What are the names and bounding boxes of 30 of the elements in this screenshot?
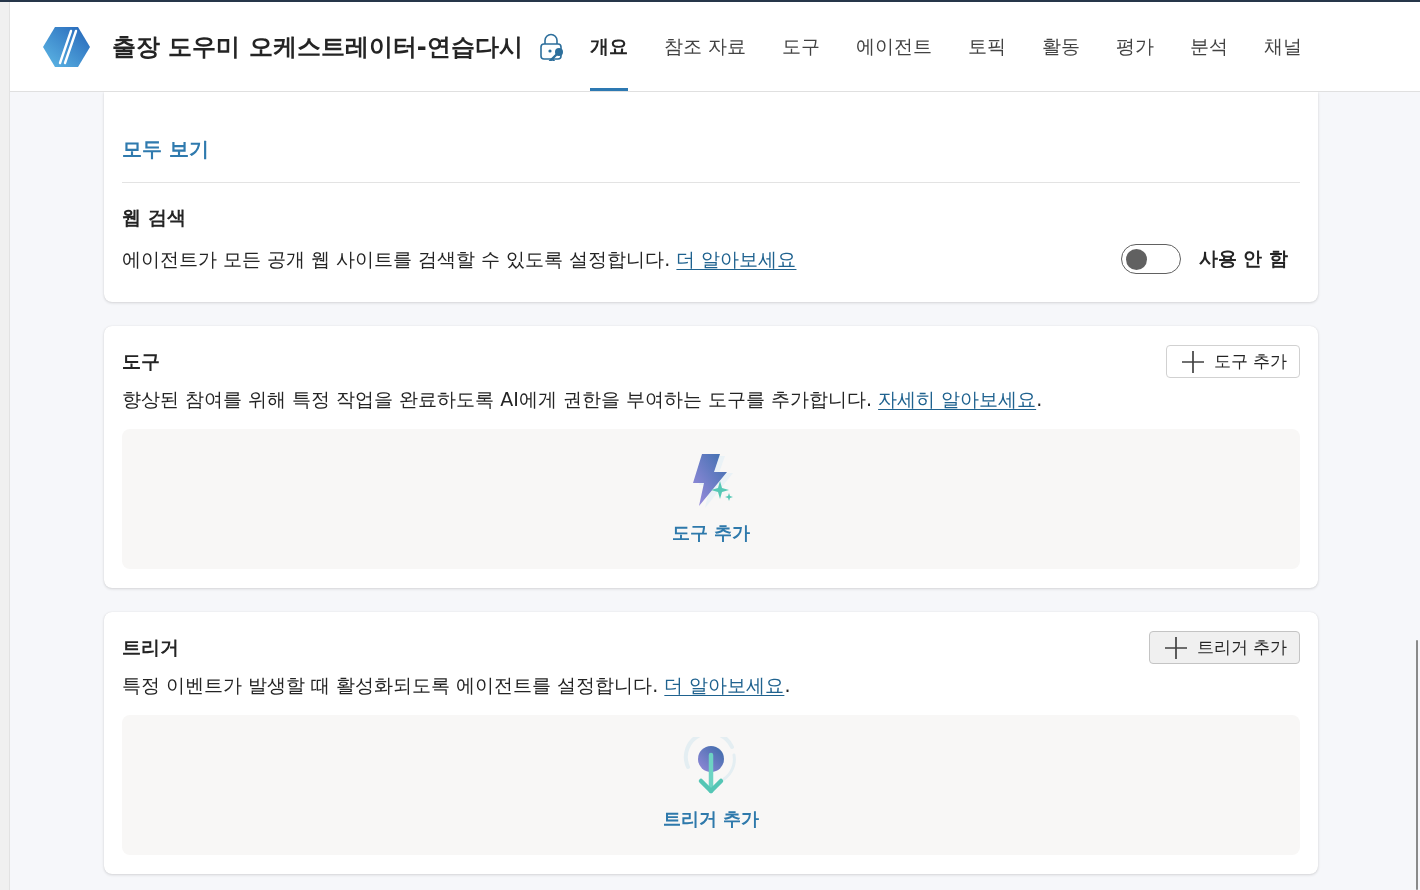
nav-tab[interactable]: 참조 자료 bbox=[663, 2, 746, 91]
nav-tab[interactable]: 토픽 bbox=[967, 2, 1006, 91]
learn-more-link[interactable]: 더 알아보세요 bbox=[664, 674, 785, 696]
logo-icon bbox=[43, 26, 90, 67]
description-text: 향상된 참여를 위해 특정 작업을 완료하도록 AI에게 권한을 부여하는 도구를 추가합니다. 자세히 알아보세요. bbox=[122, 387, 1044, 412]
nav-tab[interactable]: 도구 bbox=[781, 2, 820, 91]
nav-tab[interactable]: 활동 bbox=[1041, 2, 1080, 91]
empty-state-add-button[interactable]: 도구 추가 bbox=[671, 451, 751, 545]
description-text: 특정 이벤트가 발생할 때 활성화되도록 에이전트를 설정합니다. 더 알아보세요. bbox=[122, 673, 792, 698]
toggle-label: 사용 안 함 bbox=[1198, 246, 1288, 271]
section-title: 트리거 bbox=[122, 634, 179, 660]
nav-tab[interactable]: 분석 bbox=[1189, 2, 1228, 91]
add-button[interactable]: 도구 추가 bbox=[1165, 345, 1300, 378]
lock-key-icon[interactable] bbox=[538, 32, 565, 61]
plus-icon bbox=[1163, 635, 1188, 660]
view-all-link[interactable]: 모두 보기 bbox=[122, 135, 209, 163]
nav-tab[interactable]: 에이전트 bbox=[855, 2, 932, 91]
add-button[interactable]: 트리거 추가 bbox=[1148, 631, 1300, 664]
scrollbar-thumb[interactable] bbox=[1416, 640, 1418, 890]
description-text: 에이전트가 모든 공개 웹 사이트를 검색할 수 있도록 설정합니다. 더 알아보세요 bbox=[122, 247, 797, 272]
nav-tab[interactable]: 채널 bbox=[1263, 2, 1302, 91]
plus-icon bbox=[1180, 349, 1205, 374]
section-title: 웹 검색 bbox=[122, 205, 187, 230]
toggle-switch[interactable] bbox=[1120, 244, 1181, 274]
learn-more-link[interactable]: 자세히 알아보세요 bbox=[878, 388, 1037, 410]
nav-tab[interactable]: 평가 bbox=[1115, 2, 1154, 91]
empty-state-add-button[interactable]: 트리거 추가 bbox=[662, 737, 760, 831]
learn-more-link[interactable]: 더 알아보세요 bbox=[676, 248, 797, 270]
agent-title: 출장 도우미 오케스트레이터-연습다시 bbox=[112, 31, 523, 63]
section-title: 도구 bbox=[122, 348, 160, 374]
